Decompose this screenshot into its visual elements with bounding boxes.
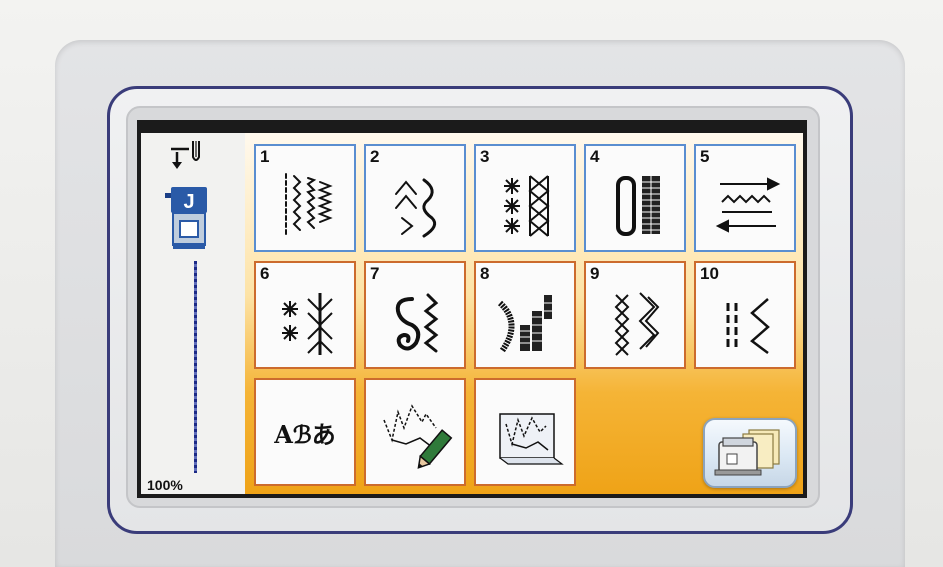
stitch-category-grid: 1 2 3 4 5 6 7 8 9 10 Aℬあ (245, 133, 803, 494)
satin-cross-stitch-icon (504, 175, 550, 237)
cross-stitch-icon (614, 292, 660, 356)
stitch-category-6-button[interactable]: 6 (254, 261, 356, 369)
decorative-stitch-icon (395, 178, 437, 238)
stitch-category-7-button[interactable]: 7 (364, 261, 466, 369)
my-custom-stitch-icon (383, 404, 453, 469)
stitch-category-8-button[interactable]: 8 (474, 261, 576, 369)
scroll-stitch-icon (395, 293, 439, 353)
presser-foot-j-icon: J (165, 187, 207, 249)
saved-custom-stitch-button[interactable] (474, 378, 576, 486)
svg-text:J: J (183, 191, 194, 213)
star-cross-stitch-icon (282, 293, 333, 355)
character-stitch-label: Aℬあ (274, 419, 336, 449)
stitch-category-1-button[interactable]: 1 (254, 144, 356, 252)
character-stitch-button[interactable]: Aℬあ (254, 378, 356, 486)
utility-stitch-icon (285, 173, 333, 235)
stitch-category-10-button[interactable]: 10 (694, 261, 796, 369)
stitch-category-9-button[interactable]: 9 (584, 261, 686, 369)
machine-memory-button[interactable] (703, 418, 797, 488)
zigzag-stitch-icon (726, 298, 770, 354)
sideways-stitch-icon (715, 177, 781, 233)
lcd-display: J 100% 1 2 3 4 5 6 7 8 9 10 Aℬあ (141, 133, 803, 494)
needle-position-icon (171, 141, 200, 169)
stitch-category-5-button[interactable]: 5 (694, 144, 796, 252)
stitch-preview-line (194, 261, 197, 473)
buttonhole-stitch-icon (616, 176, 660, 236)
zoom-level-label: 100% (147, 477, 183, 493)
machine-memory-icon (714, 429, 780, 476)
my-custom-stitch-button[interactable] (364, 378, 466, 486)
saved-custom-stitch-icon (499, 413, 564, 465)
stitch-category-4-button[interactable]: 4 (584, 144, 686, 252)
stitch-category-2-button[interactable]: 2 (364, 144, 466, 252)
status-sidebar: J 100% (141, 133, 245, 494)
stitch-category-3-button[interactable]: 3 (474, 144, 576, 252)
satin-curve-stitch-icon (497, 295, 552, 353)
